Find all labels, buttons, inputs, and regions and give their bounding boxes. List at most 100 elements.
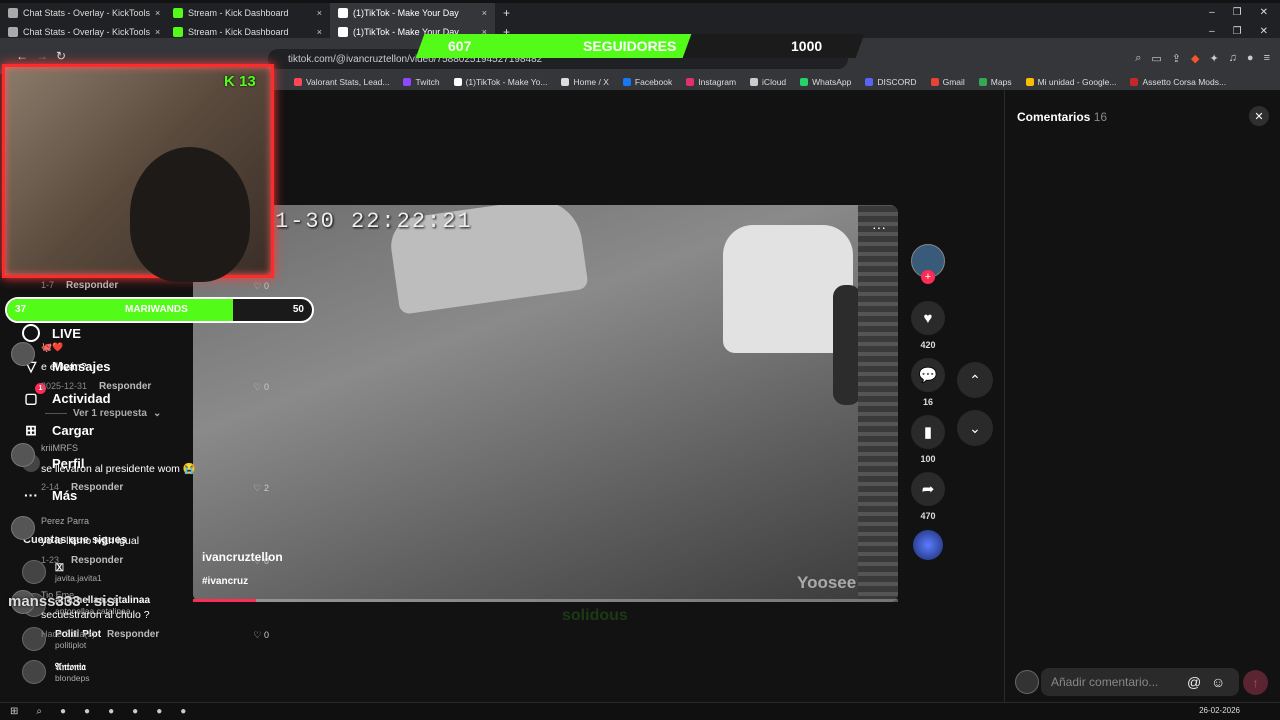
comment-like-button[interactable]: ♡ 0 <box>253 630 269 641</box>
tiktok-icon <box>453 78 462 86</box>
forward-icon[interactable]: → <box>36 49 48 63</box>
reply-button[interactable]: Responder <box>66 280 118 291</box>
reply-button[interactable]: Responder <box>71 482 123 493</box>
like-button[interactable]: ♥ 420 <box>910 301 946 350</box>
app-icon[interactable]: ● <box>84 706 90 717</box>
menu-icon[interactable]: ≡ <box>1264 52 1270 65</box>
new-tab-button[interactable]: + <box>495 6 518 20</box>
tab-tiktok[interactable]: (1)TikTok - Make Your Day × <box>330 3 495 22</box>
account-handle: blondeps <box>55 672 90 683</box>
close-icon[interactable]: × <box>317 8 322 18</box>
reply-button[interactable]: Responder <box>71 555 123 566</box>
close-window-icon[interactable]: ✕ <box>1260 26 1268 37</box>
tab-strip-top: Chat Stats - Overlay - KickTools × Stream… <box>0 3 1280 22</box>
bookmark-label: Home / X <box>573 77 609 87</box>
mention-icon[interactable]: @ <box>1187 674 1201 690</box>
avatar[interactable] <box>11 516 35 540</box>
zoom-icon[interactable]: ⌕ <box>1135 52 1141 65</box>
brave-icon[interactable]: ◆ <box>1191 52 1199 65</box>
heart-outline-icon: ♡ <box>253 630 262 640</box>
app-icon[interactable]: ● <box>132 706 138 717</box>
minimize-icon[interactable]: – <box>1209 7 1215 18</box>
previous-video-button[interactable]: ⌃ <box>957 362 993 398</box>
sound-disc[interactable] <box>910 530 946 560</box>
follow-plus-icon[interactable]: + <box>921 270 935 284</box>
close-icon[interactable]: × <box>155 27 160 37</box>
kick-watermark: solidous <box>562 607 628 624</box>
bookmark[interactable]: Valorant Stats, Lead... <box>294 77 389 87</box>
app-icon[interactable]: ● <box>156 706 162 717</box>
reply-button[interactable]: Responder <box>107 629 159 640</box>
bookmark[interactable]: Maps <box>978 77 1012 87</box>
bookmark[interactable]: Gmail <box>930 77 965 87</box>
gmail-icon <box>930 78 939 86</box>
comment-username[interactable]: Perez Parra <box>41 516 89 526</box>
more-options-icon[interactable]: ··· <box>872 219 886 235</box>
bookmark[interactable]: WhatsApp <box>800 77 851 87</box>
bookmark-label: Maps <box>990 77 1012 87</box>
followers-current: 607 <box>448 38 472 54</box>
next-video-button[interactable]: ⌄ <box>957 410 993 446</box>
video-player[interactable]: 1-30 22:22:21 ··· <box>193 205 898 602</box>
bookmark-icon: ▮ <box>911 415 945 449</box>
close-window-icon[interactable]: ✕ <box>1260 7 1268 18</box>
profile-icon[interactable]: ● <box>1247 52 1254 65</box>
author-avatar[interactable]: + <box>910 244 946 284</box>
tab-chat-stats[interactable]: Chat Stats - Overlay - KickTools × <box>0 3 165 22</box>
save-button[interactable]: ▮ 100 <box>910 415 946 464</box>
comment-meta: 2-14 Responder <box>41 482 123 493</box>
close-comments-button[interactable]: ✕ <box>1249 106 1269 126</box>
comment-username[interactable]: kriiMRFS <box>41 443 78 453</box>
bookmark[interactable]: Twitch <box>403 77 440 87</box>
close-icon[interactable]: × <box>317 27 322 37</box>
bookmark[interactable]: Mi unidad - Google... <box>1025 77 1116 87</box>
comment-username[interactable]: 🐙❤️ <box>41 342 63 353</box>
music-icon[interactable]: ♫ <box>1229 52 1237 65</box>
app-icon[interactable]: ● <box>108 706 114 717</box>
close-icon[interactable]: × <box>482 8 487 18</box>
app-icon[interactable]: ● <box>180 706 186 717</box>
app-icon[interactable]: ● <box>60 706 66 717</box>
comment-like-button[interactable]: ♡ 2 <box>253 483 269 494</box>
bookmark[interactable]: Facebook <box>622 77 672 87</box>
maximize-icon[interactable]: ❐ <box>1233 7 1242 18</box>
share-button[interactable]: ➦ 470 <box>910 472 946 521</box>
bookmark[interactable]: DISCORD <box>865 77 917 87</box>
bookmark[interactable]: iCloud <box>750 77 786 87</box>
extension-icon[interactable]: ✦ <box>1209 52 1218 65</box>
bookmark[interactable]: Instagram <box>686 77 736 87</box>
maximize-icon[interactable]: ❐ <box>1233 26 1242 37</box>
cast-icon[interactable]: ▭ <box>1151 52 1161 65</box>
emoji-icon[interactable]: ☺ <box>1211 674 1225 690</box>
reload-icon[interactable]: ↻ <box>56 49 66 63</box>
share-icon[interactable]: ⇪ <box>1172 52 1181 65</box>
comment-like-button[interactable]: ♡ 0 <box>253 556 269 567</box>
comment-like-button[interactable]: ♡ 0 <box>253 382 269 393</box>
bookmark[interactable]: Home / X <box>561 77 609 87</box>
tab-kick-dashboard[interactable]: Stream - Kick Dashboard × <box>165 3 330 22</box>
video-progress[interactable] <box>193 599 898 602</box>
comment-input[interactable]: Añadir comentario... @ ☺ <box>1041 668 1239 696</box>
followers-goal: 1000 <box>791 38 823 54</box>
close-icon[interactable]: × <box>155 8 160 18</box>
comment-item: kriiMRFS se llevaron al presidente wom 😭 2… <box>11 443 269 513</box>
back-icon[interactable]: ← <box>16 49 28 63</box>
reply-button[interactable]: Responder <box>99 381 151 392</box>
discord-icon <box>865 78 874 86</box>
comment-button[interactable]: 💬 16 <box>910 358 946 407</box>
comment-date: 1-7 <box>41 280 55 290</box>
minimize-icon[interactable]: – <box>1209 26 1215 37</box>
avatar[interactable] <box>11 342 35 366</box>
comment-like-button[interactable]: ♡ 0 <box>253 281 269 292</box>
view-replies-button[interactable]: Ver 1 respuesta ⌄ <box>45 408 161 419</box>
avatar[interactable] <box>11 443 35 467</box>
windows-icon[interactable]: ⊞ <box>10 706 18 717</box>
bookmark[interactable]: (1)TikTok - Make Yo... <box>453 77 547 87</box>
bookmark-label: DISCORD <box>877 77 917 87</box>
following-account[interactable]: 𝔄𝔫𝔱𝔬𝔫𝔦𝔞 blondeps <box>22 660 90 684</box>
send-comment-button[interactable]: ↑ <box>1243 670 1268 695</box>
bookmark[interactable]: Assetto Corsa Mods... <box>1130 77 1226 87</box>
instagram-icon <box>686 78 695 86</box>
search-icon[interactable]: ⌕ <box>36 706 42 717</box>
tab-label: Stream - Kick Dashboard <box>188 26 289 37</box>
